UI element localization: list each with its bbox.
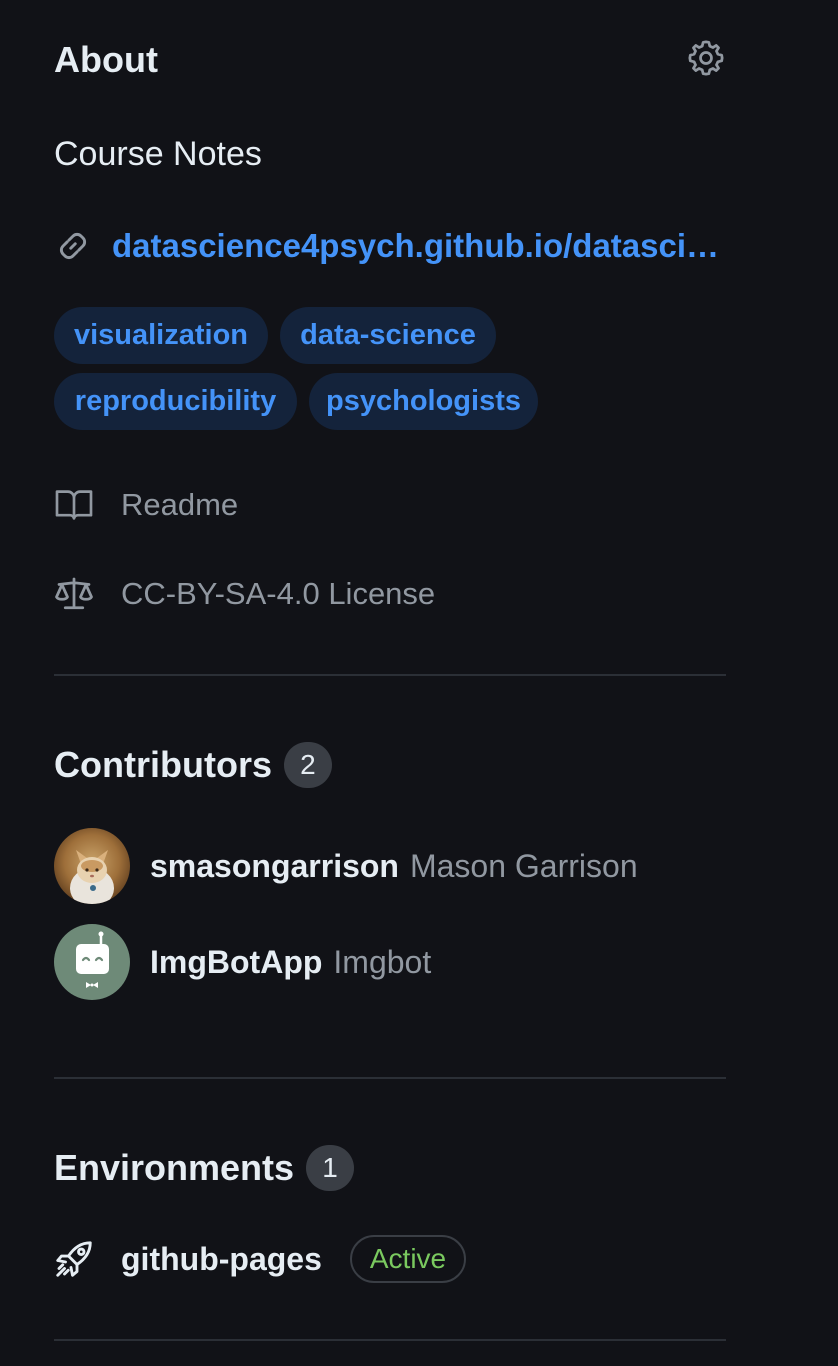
about-header: About [54,36,726,82]
license-label: CC-BY-SA-4.0 License [121,576,436,611]
contributor-name: Mason Garrison [409,848,638,884]
readme-label: Readme [121,487,239,522]
section-divider [54,1339,726,1341]
contributor-row[interactable]: smasongarrison Mason Garrison [54,828,726,904]
license-link[interactable]: CC-BY-SA-4.0 License [54,571,726,617]
contributor-login[interactable]: smasongarrison [150,844,399,888]
contributors-heading[interactable]: Contributors 2 [54,740,332,790]
readme-link[interactable]: Readme [54,482,726,528]
link-icon [54,227,92,265]
status-badge: Active [349,1235,467,1283]
contributor-name: Imgbot [333,944,432,980]
law-icon [54,574,94,614]
settings-button[interactable] [686,38,726,78]
environments-heading[interactable]: Environments 1 [54,1143,355,1193]
topic-tag[interactable]: data-science [280,307,496,364]
environments-title: Environments [54,1147,295,1188]
avatar[interactable] [54,828,130,904]
section-divider [54,674,726,676]
contributor-row[interactable]: ImgBotApp Imgbot [54,924,726,1000]
homepage-row: datascience4psych.github.io/datascience4… [54,223,726,269]
environments-count: 1 [306,1145,355,1191]
avatar[interactable] [54,924,130,1000]
rocket-icon [54,1239,94,1279]
environment-row: github-pages Active [54,1234,726,1284]
gear-icon [688,40,724,76]
book-icon [54,485,94,525]
section-divider [54,1077,726,1079]
environment-name-link[interactable]: github-pages [121,1237,322,1281]
contributors-title: Contributors [54,744,272,785]
about-title: About [54,39,158,80]
contributors-count: 2 [283,742,332,788]
topic-tag[interactable]: psychologists [309,373,538,430]
repo-description: Course Notes [54,135,262,173]
contributor-login[interactable]: ImgBotApp [150,940,322,984]
homepage-link[interactable]: datascience4psych.github.io/datascience4… [112,224,726,268]
topic-tag[interactable]: reproducibility [54,373,297,430]
topic-tag[interactable]: visualization [54,307,268,364]
